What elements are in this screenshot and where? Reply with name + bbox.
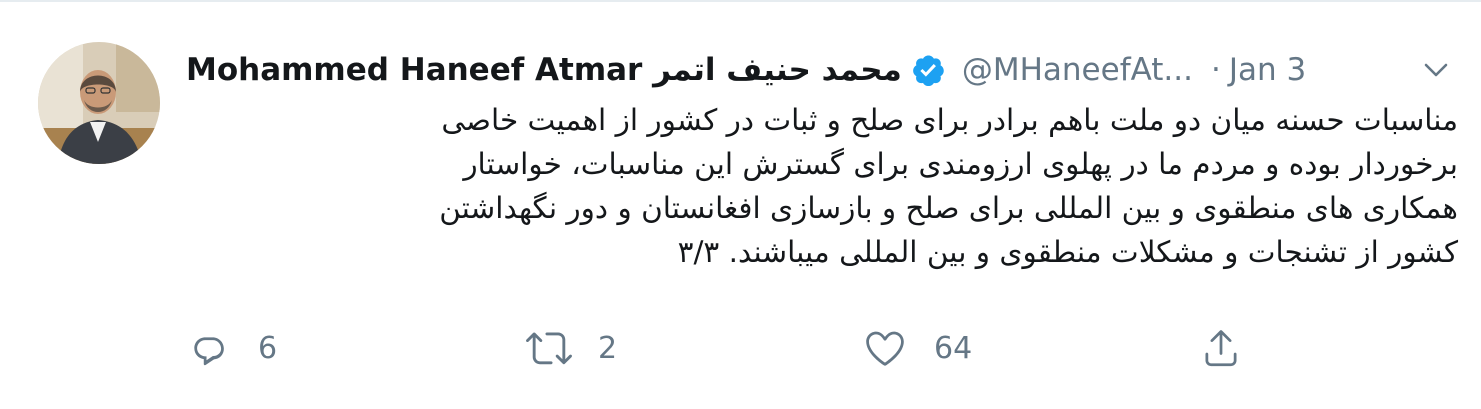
share-icon — [1198, 325, 1244, 371]
reply-button[interactable]: 6 — [186, 320, 277, 376]
avatar-image — [38, 42, 160, 164]
like-count: 64 — [934, 330, 973, 366]
author-avatar[interactable] — [38, 42, 160, 164]
share-button[interactable] — [1198, 320, 1244, 376]
more-options-chevron-down-icon[interactable] — [1420, 54, 1452, 86]
author-display-name[interactable]: Mohammed Haneef Atmar محمد حنیف اتمر — [186, 52, 902, 88]
author-handle[interactable]: @MHaneefAt... — [962, 52, 1193, 88]
reply-count: 6 — [258, 330, 278, 366]
verified-badge-icon — [910, 52, 946, 88]
retweet-button[interactable]: 2 — [526, 320, 617, 376]
reply-icon — [186, 325, 232, 371]
retweet-count: 2 — [598, 330, 618, 366]
heart-icon — [862, 325, 908, 371]
header-separator: · — [1210, 52, 1221, 88]
retweet-icon — [526, 325, 572, 371]
tweet-actions: 6 2 64 — [186, 320, 1286, 376]
like-button[interactable]: 64 — [862, 320, 972, 376]
tweet-card[interactable]: Mohammed Haneef Atmar محمد حنیف اتمر @MH… — [0, 0, 1481, 409]
tweet-date[interactable]: Jan 3 — [1229, 52, 1306, 88]
tweet-header: Mohammed Haneef Atmar محمد حنیف اتمر @MH… — [186, 44, 1306, 96]
tweet-text: مناسبات حسنه میان دو ملت باهم برادر برای… — [439, 103, 1458, 269]
